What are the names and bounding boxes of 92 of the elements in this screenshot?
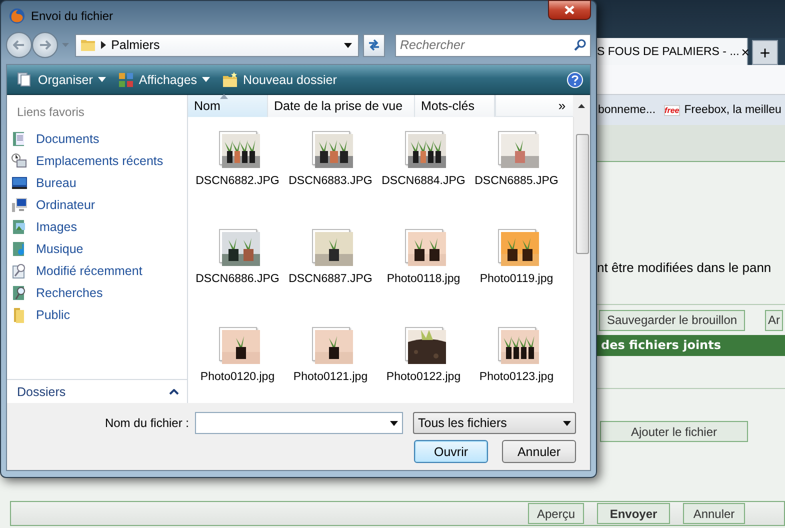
file-item[interactable]: DSCN6887.JPG	[284, 229, 377, 327]
sort-arrow-icon	[220, 94, 228, 99]
file-name: DSCN6886.JPG	[196, 273, 280, 285]
favorite-link[interactable]: Public	[7, 304, 183, 326]
cancel-button[interactable]: Annuler	[502, 440, 576, 463]
file-item[interactable]: DSCN6884.JPG	[377, 131, 470, 229]
add-file-button[interactable]: Ajouter le fichier	[600, 421, 748, 442]
new-tab-button[interactable]: +	[752, 40, 778, 65]
caret-down-icon	[563, 420, 571, 426]
close-icon	[564, 5, 575, 15]
refresh-button[interactable]	[363, 34, 385, 56]
file-item[interactable]: DSCN6886.JPG	[191, 229, 284, 327]
toolbar-button[interactable]: Affichages	[114, 68, 214, 92]
arrow-right-icon	[39, 40, 51, 50]
firefox-logo-icon	[9, 8, 25, 24]
form-button[interactable]: Aperçu	[528, 503, 584, 524]
pictures-icon	[11, 219, 28, 235]
file-name: DSCN6885.JPG	[474, 175, 558, 187]
section-heading: Liens favoris	[16, 104, 86, 121]
file-item[interactable]: DSCN6885.JPG	[470, 131, 563, 229]
file-type-dropdown[interactable]: Tous les fichiers	[413, 412, 576, 434]
folder-path: Palmiers	[111, 38, 161, 52]
folder-icon	[80, 37, 96, 53]
file-item[interactable]: Photo0118.jpg	[377, 229, 470, 327]
caret-right-icon	[101, 41, 106, 49]
column-header[interactable]: Date de la prise de vue	[268, 95, 415, 117]
form-button[interactable]: Ar	[765, 310, 783, 330]
recent-search-icon	[11, 263, 28, 279]
window-title: Envoi du fichier	[31, 9, 114, 23]
form-button[interactable]: Annuler	[683, 503, 745, 524]
help-icon	[567, 72, 583, 88]
file-name: Photo0122.jpg	[386, 371, 461, 383]
caret-down-icon	[390, 421, 398, 426]
search-folder-icon	[11, 285, 28, 301]
favorite-link[interactable]: Images	[7, 216, 183, 238]
favorite-link[interactable]: Modifié récemment	[7, 260, 183, 282]
favorite-link[interactable]: Musique	[7, 238, 183, 260]
file-name: DSCN6883.JPG	[288, 175, 372, 187]
file-item[interactable]: Photo0119.jpg	[470, 229, 563, 327]
refresh-icon	[367, 39, 381, 51]
open-button[interactable]: Ouvrir	[414, 440, 488, 463]
back-button[interactable]	[6, 32, 32, 58]
caret-down-icon	[344, 42, 352, 48]
toolbar-button[interactable]: Nouveau dossier	[218, 68, 341, 92]
file-name-field[interactable]	[195, 412, 403, 434]
favorite-link[interactable]: Ordinateur	[7, 194, 183, 216]
form-button[interactable]: Sauvegarder le brouillon	[599, 310, 745, 330]
search-icon	[574, 38, 586, 50]
column-header[interactable]: Nom	[188, 95, 268, 117]
desktop-icon	[11, 175, 28, 191]
bookmark-logo: free	[664, 104, 680, 116]
bookmark-link[interactable]: bonneme...	[598, 104, 656, 116]
help-button[interactable]	[567, 72, 583, 88]
computer-icon	[11, 197, 28, 213]
favorite-link[interactable]: Emplacements récents	[7, 150, 183, 172]
forward-button[interactable]	[32, 32, 58, 58]
favorite-link[interactable]: Bureau	[7, 172, 183, 194]
file-name: Photo0121.jpg	[293, 371, 368, 383]
favorite-link[interactable]: Recherches	[7, 282, 183, 304]
new-folder-icon	[222, 72, 238, 88]
tab-title[interactable]: S FOUS DE PALMIERS - ...	[597, 46, 740, 58]
favorite-link[interactable]: Documents	[7, 128, 183, 150]
arrow-left-icon	[13, 40, 25, 50]
caret-down-icon	[98, 77, 106, 82]
submit-button[interactable]: Envoyer	[597, 503, 670, 524]
file-name: Photo0118.jpg	[386, 273, 460, 285]
file-item[interactable]: DSCN6883.JPG	[284, 131, 377, 229]
grid-icon	[118, 72, 134, 88]
field-label: Nom du fichier :	[104, 416, 189, 430]
notice-text: nt être modifiées dans le pann	[597, 260, 772, 275]
clock-computer-icon	[11, 153, 28, 169]
file-name: Photo0120.jpg	[200, 371, 275, 383]
scroll-thumb[interactable]	[576, 134, 588, 254]
bookmark-link[interactable]: free Freebox, la meilleu	[664, 104, 782, 116]
caret-down-icon	[202, 77, 210, 82]
file-name: DSCN6887.JPG	[288, 273, 372, 285]
column-header[interactable]: Mots-clés	[415, 95, 495, 117]
toolbar-button[interactable]: Organiser	[13, 68, 110, 92]
file-name: Photo0123.jpg	[479, 371, 554, 383]
search-field[interactable]: Rechercher	[395, 34, 591, 56]
scroll-up-button[interactable]	[573, 95, 590, 117]
chevron-up-icon	[169, 388, 179, 394]
caret-up-icon	[578, 104, 585, 108]
file-name: DSCN6884.JPG	[382, 175, 466, 187]
folders-label: Dossiers	[17, 384, 66, 398]
address-bar[interactable]: Palmiers	[75, 34, 360, 56]
file-name: Photo0119.jpg	[480, 273, 554, 285]
pages-icon	[17, 72, 33, 88]
close-button[interactable]	[548, 0, 591, 20]
file-type-value: Tous les fichiers	[418, 416, 507, 430]
file-item[interactable]: DSCN6882.JPG	[191, 131, 284, 229]
file-name: DSCN6882.JPG	[196, 175, 280, 187]
